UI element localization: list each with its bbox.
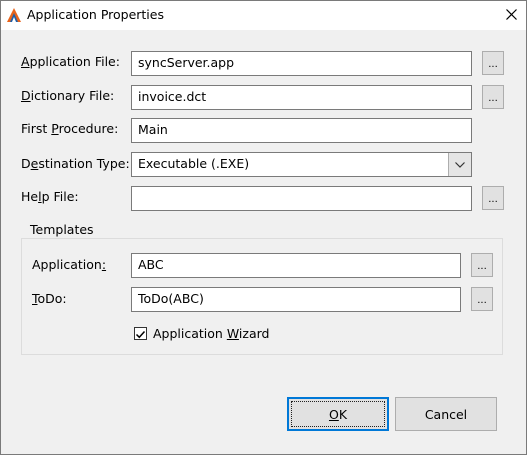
templates-group-title: Templates [25,222,99,237]
checkmark-icon [135,330,146,339]
template-application-browse-button[interactable]: ... [471,253,493,277]
window-title: Application Properties [27,7,164,22]
application-file-input[interactable]: syncServer.app [131,51,472,76]
close-button[interactable] [496,1,526,30]
template-todo-browse-button[interactable]: ... [471,287,493,311]
template-application-input[interactable]: ABC [131,253,461,278]
ok-button[interactable]: OK [287,397,389,431]
chevron-down-icon[interactable] [448,153,471,176]
destination-type-label: Destination Type: [21,156,130,171]
first-procedure-label: First Procedure: [21,121,119,136]
title-bar: Application Properties [1,1,526,30]
template-application-label: Application: [32,257,107,272]
template-todo-label: ToDo: [32,291,67,306]
application-file-browse-button[interactable]: ... [482,51,504,75]
application-wizard-label[interactable]: Application Wizard [153,326,269,341]
application-properties-dialog: Application Properties Application File:… [0,0,527,455]
help-file-label: Help File: [21,189,79,204]
help-file-browse-button[interactable]: ... [482,186,504,210]
cancel-button[interactable]: Cancel [395,397,497,431]
clarion-triangle-icon [6,7,22,23]
application-file-label: Application File: [21,54,120,69]
dictionary-file-label: Dictionary File: [21,88,115,103]
dictionary-file-input[interactable]: invoice.dct [131,85,472,110]
destination-type-value: Executable (.EXE) [138,156,250,171]
template-todo-input[interactable]: ToDo(ABC) [131,287,461,312]
focus-rectangle [291,401,385,427]
dictionary-file-browse-button[interactable]: ... [482,85,504,109]
help-file-input[interactable] [131,186,472,211]
application-wizard-checkbox[interactable] [134,327,147,340]
destination-type-select[interactable]: Executable (.EXE) [131,152,472,177]
first-procedure-input[interactable]: Main [131,118,472,143]
close-icon [505,8,517,23]
